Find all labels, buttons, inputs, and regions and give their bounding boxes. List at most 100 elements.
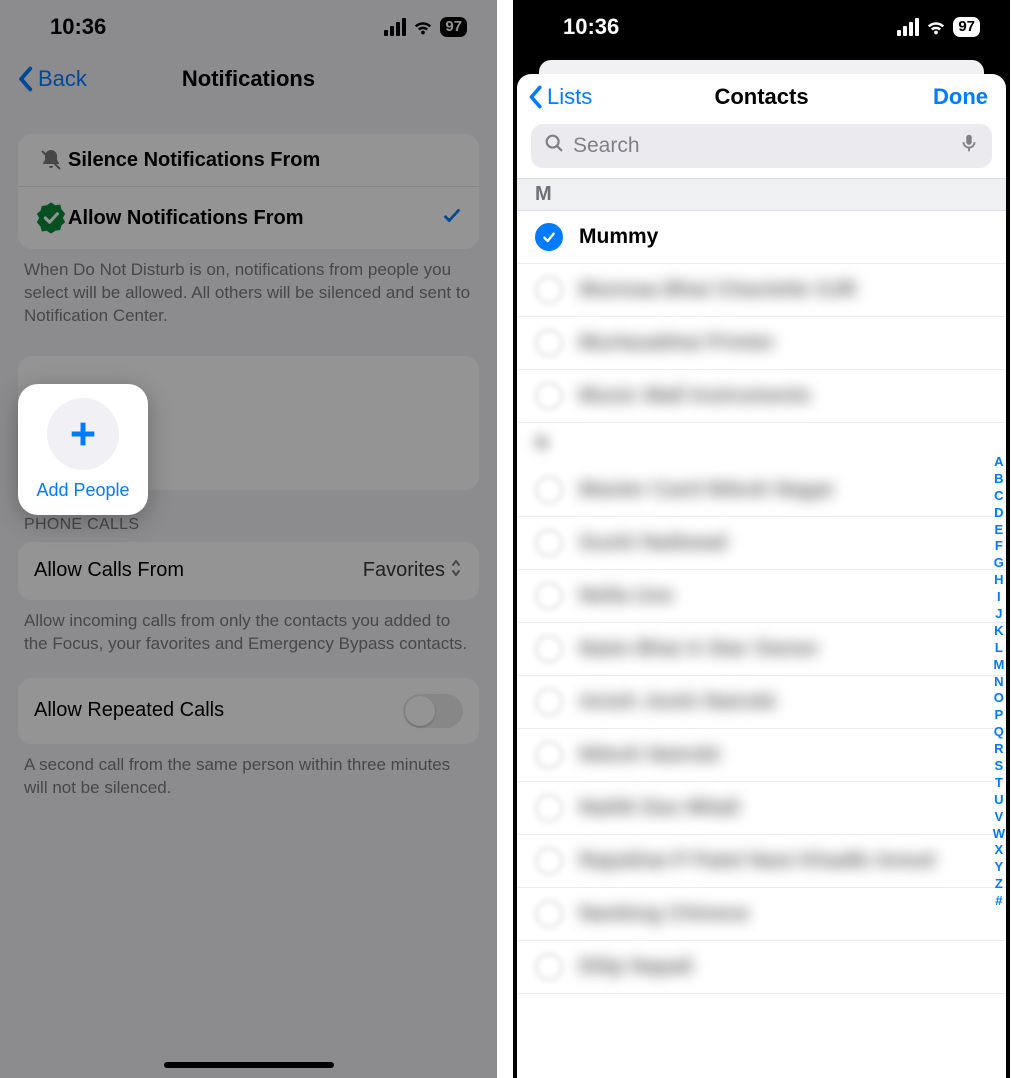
index-letter[interactable]: S bbox=[995, 758, 1004, 775]
checkmark-icon bbox=[441, 204, 463, 232]
index-letter[interactable]: W bbox=[993, 826, 1005, 843]
status-time: 10:36 bbox=[563, 14, 619, 40]
checkbox-unchecked-icon[interactable] bbox=[535, 476, 563, 504]
checkbox-unchecked-icon[interactable] bbox=[535, 741, 563, 769]
cellular-icon bbox=[897, 18, 919, 36]
index-letter[interactable]: B bbox=[994, 471, 1003, 488]
contact-row[interactable]: Murtazabhai Printer bbox=[517, 317, 1006, 370]
checkbox-unchecked-icon[interactable] bbox=[535, 688, 563, 716]
contact-name-blurred: Naitik Das Mitali bbox=[579, 796, 740, 820]
checkbox-unchecked-icon[interactable] bbox=[535, 847, 563, 875]
index-letter[interactable]: Z bbox=[995, 876, 1003, 893]
index-letter[interactable]: I bbox=[997, 589, 1001, 606]
checkbox-unchecked-icon[interactable] bbox=[535, 382, 563, 410]
done-button[interactable]: Done bbox=[933, 84, 988, 110]
repeated-calls-group: Allow Repeated Calls bbox=[18, 678, 479, 744]
alphabet-index[interactable]: ABCDEFGHIJKLMNOPQRSTUVWXYZ# bbox=[993, 454, 1005, 910]
checkbox-unchecked-icon[interactable] bbox=[535, 953, 563, 981]
index-letter[interactable]: O bbox=[994, 690, 1004, 707]
mic-icon[interactable] bbox=[958, 132, 980, 160]
allow-calls-from-row[interactable]: Allow Calls From Favorites bbox=[18, 542, 479, 600]
silence-label: Silence Notifications From bbox=[68, 149, 463, 172]
notification-mode-group: Silence Notifications From Allow Notific… bbox=[18, 134, 479, 249]
checkbox-unchecked-icon[interactable] bbox=[535, 582, 563, 610]
index-letter[interactable]: A bbox=[994, 454, 1003, 471]
contact-name-blurred: Music Mall Instruments bbox=[579, 384, 811, 408]
contact-row[interactable]: Naim Bhai A Star Owner bbox=[517, 623, 1006, 676]
index-letter[interactable]: P bbox=[995, 707, 1004, 724]
checkbox-unchecked-icon[interactable] bbox=[535, 529, 563, 557]
index-letter[interactable]: Q bbox=[994, 724, 1004, 741]
repeated-calls-toggle[interactable] bbox=[403, 694, 463, 728]
index-letter[interactable]: R bbox=[994, 741, 1003, 758]
contact-row[interactable]: Nilesh Nairobi bbox=[517, 729, 1006, 782]
phone-left-screenshot: 10:36 97 Back Notifications bbox=[0, 0, 497, 1078]
verified-icon bbox=[34, 201, 68, 235]
index-letter[interactable]: N bbox=[994, 674, 1003, 691]
contact-row[interactable]: Naitik Das Mitali bbox=[517, 782, 1006, 835]
status-indicators: 97 bbox=[384, 16, 467, 38]
checkbox-unchecked-icon[interactable] bbox=[535, 329, 563, 357]
contact-row-selected[interactable]: Mummy bbox=[517, 211, 1006, 264]
index-letter[interactable]: D bbox=[994, 505, 1003, 522]
add-people-button[interactable]: Add People bbox=[18, 384, 148, 515]
search-icon bbox=[543, 132, 565, 160]
index-letter[interactable]: K bbox=[994, 623, 1003, 640]
index-letter[interactable]: E bbox=[995, 522, 1004, 539]
lists-button[interactable]: Lists bbox=[527, 84, 592, 110]
back-button[interactable]: Back bbox=[16, 54, 87, 104]
search-placeholder: Search bbox=[573, 134, 950, 158]
checkbox-unchecked-icon[interactable] bbox=[535, 276, 563, 304]
index-letter[interactable]: X bbox=[995, 842, 1004, 859]
index-letter[interactable]: L bbox=[995, 640, 1003, 657]
contact-name-blurred: Dilip Napali bbox=[579, 955, 693, 979]
status-bar: 10:36 97 bbox=[513, 0, 1010, 54]
contact-row[interactable]: Rajubhai P Patel Nani Khadki Amod bbox=[517, 835, 1006, 888]
contact-name-blurred: Sushi Naikwad bbox=[579, 531, 727, 555]
index-letter[interactable]: C bbox=[994, 488, 1003, 505]
allow-label: Allow Notifications From bbox=[68, 207, 441, 230]
index-letter[interactable]: # bbox=[995, 893, 1002, 910]
index-letter[interactable]: M bbox=[993, 657, 1004, 674]
silence-notifications-row[interactable]: Silence Notifications From bbox=[18, 134, 479, 186]
wifi-icon bbox=[412, 16, 434, 38]
contact-row[interactable]: Master Card Nilesh Nagar bbox=[517, 464, 1006, 517]
contact-row[interactable]: Nanking Chinese bbox=[517, 888, 1006, 941]
allow-calls-group: Allow Calls From Favorites bbox=[18, 542, 479, 600]
phone-right-screenshot: 10:36 97 Lists Contacts Done bbox=[513, 0, 1010, 1078]
contacts-sheet: Lists Contacts Done Search M Mummy bbox=[517, 74, 1006, 1078]
section-header-blurred: N bbox=[517, 423, 1006, 464]
contact-name: Mummy bbox=[579, 225, 658, 249]
contact-name-blurred: Nilesh Nairobi bbox=[579, 743, 720, 767]
repeated-calls-row[interactable]: Allow Repeated Calls bbox=[18, 678, 479, 744]
contact-row[interactable]: Dilip Napali bbox=[517, 941, 1006, 994]
index-letter[interactable]: H bbox=[994, 572, 1003, 589]
repeated-calls-label: Allow Repeated Calls bbox=[34, 699, 224, 722]
index-letter[interactable]: U bbox=[994, 792, 1003, 809]
checkbox-unchecked-icon[interactable] bbox=[535, 900, 563, 928]
sheet-nav: Lists Contacts Done bbox=[517, 74, 1006, 118]
checkbox-unchecked-icon[interactable] bbox=[535, 635, 563, 663]
index-letter[interactable]: F bbox=[995, 538, 1003, 555]
contact-row[interactable]: Music Mall Instruments bbox=[517, 370, 1006, 423]
home-indicator[interactable] bbox=[164, 1062, 334, 1068]
status-indicators: 97 bbox=[897, 16, 980, 38]
search-input[interactable]: Search bbox=[531, 124, 992, 168]
index-letter[interactable]: Y bbox=[995, 859, 1004, 876]
allow-calls-value: Favorites bbox=[363, 558, 463, 584]
checkbox-checked-icon[interactable] bbox=[535, 223, 563, 251]
index-letter[interactable]: G bbox=[994, 555, 1004, 572]
battery-indicator: 97 bbox=[953, 17, 980, 37]
contact-row[interactable]: Munnaa Bhai Chaclette SJR bbox=[517, 264, 1006, 317]
contact-row[interactable]: Anish Joshi Nairobi bbox=[517, 676, 1006, 729]
search-container: Search bbox=[517, 118, 1006, 178]
index-letter[interactable]: T bbox=[995, 775, 1003, 792]
allow-description: When Do Not Disturb is on, notifications… bbox=[18, 249, 479, 328]
add-people-label: Add People bbox=[36, 480, 129, 501]
contact-row[interactable]: Nella Uve bbox=[517, 570, 1006, 623]
checkbox-unchecked-icon[interactable] bbox=[535, 794, 563, 822]
index-letter[interactable]: V bbox=[995, 809, 1004, 826]
contact-row[interactable]: Sushi Naikwad bbox=[517, 517, 1006, 570]
allow-notifications-row[interactable]: Allow Notifications From bbox=[18, 186, 479, 249]
index-letter[interactable]: J bbox=[995, 606, 1002, 623]
